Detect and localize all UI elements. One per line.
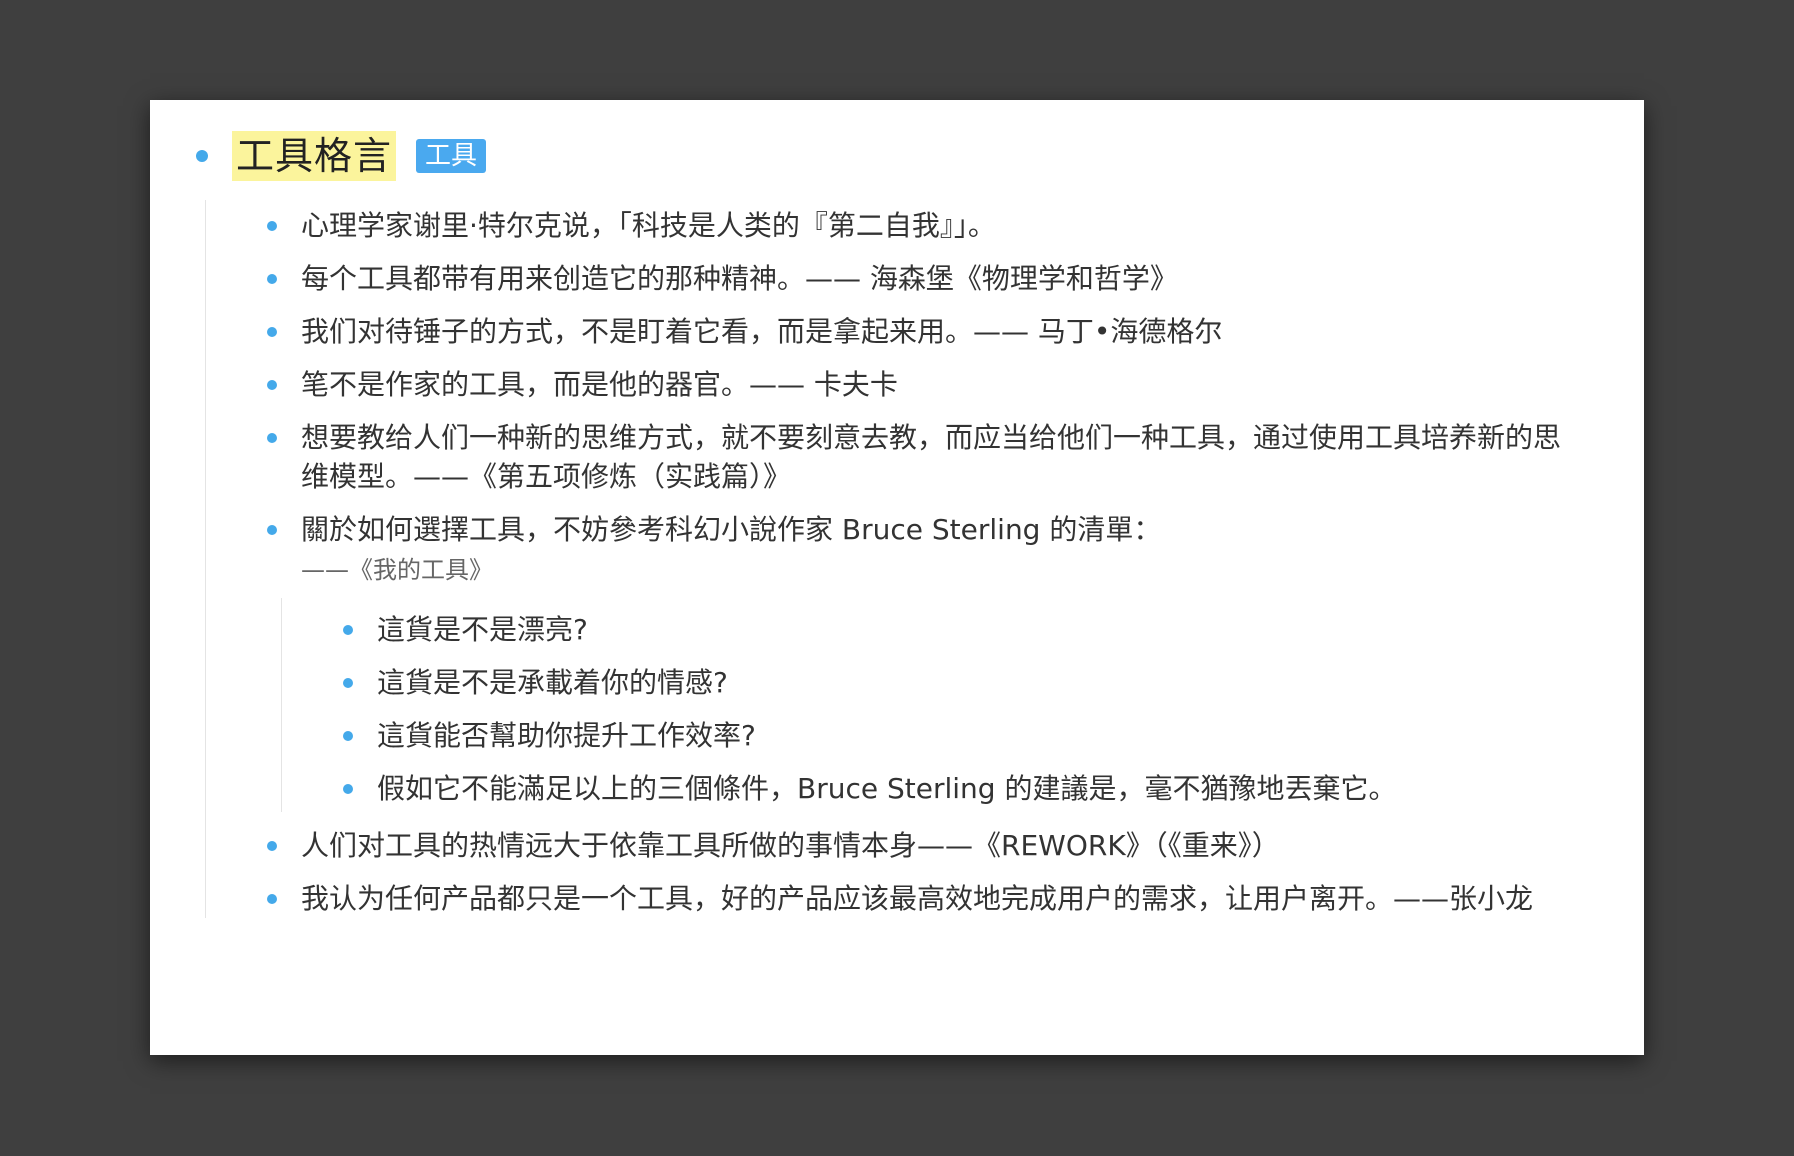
bullet-icon[interactable] [343, 625, 353, 635]
list-item-sterling[interactable]: 關於如何選擇工具，不妨參考科幻小說作家 Bruce Sterling 的清單： … [206, 510, 1584, 588]
bullet-icon[interactable] [267, 894, 277, 904]
criteria-text: 這貨能否幫助你提升工作效率? [377, 719, 756, 752]
list-item[interactable]: 每个工具都带有用来创造它的那种精神。—— 海森堡《物理学和哲学》 [206, 259, 1584, 298]
list-item[interactable]: 這貨是不是承載着你的情感? [282, 663, 1584, 702]
sterling-block: 關於如何選擇工具，不妨參考科幻小說作家 Bruce Sterling 的清單： … [301, 510, 1584, 588]
bullet-icon[interactable] [196, 150, 208, 162]
bullet-icon[interactable] [267, 380, 277, 390]
list-item[interactable]: 我认为任何产品都只是一个工具，好的产品应该最高效地完成用户的需求，让用户离开。—… [206, 879, 1584, 918]
list-item[interactable]: 人们对工具的热情远大于依靠工具所做的事情本身——《REWORK》（《重来》） [206, 826, 1584, 865]
criteria-text: 假如它不能滿足以上的三個條件，Bruce Sterling 的建議是，毫不猶豫地… [377, 772, 1397, 805]
quote-text: 每个工具都带有用来创造它的那种精神。—— 海森堡《物理学和哲学》 [301, 262, 1178, 295]
quote-text: 關於如何選擇工具，不妨參考科幻小說作家 Bruce Sterling 的清單： [301, 513, 1162, 546]
list-item[interactable]: 笔不是作家的工具，而是他的器官。—— 卡夫卡 [206, 365, 1584, 404]
nested-list-container: 這貨是不是漂亮? 這貨是不是承載着你的情感? 這貨能否幫助你提升工作效率? 假如… [206, 598, 1584, 812]
list-item[interactable]: 這貨是不是漂亮? [282, 598, 1584, 649]
quote-list: 心理学家谢里·特尔克说，「科技是人类的『第二自我』」。 每个工具都带有用来创造它… [205, 200, 1584, 918]
nested-list: 這貨是不是漂亮? 這貨是不是承載着你的情感? 這貨能否幫助你提升工作效率? 假如… [281, 598, 1584, 812]
bullet-icon[interactable] [343, 731, 353, 741]
bullet-icon[interactable] [267, 274, 277, 284]
title-row: 工具格言 工具 [196, 128, 487, 184]
list-item[interactable]: 假如它不能滿足以上的三個條件，Bruce Sterling 的建議是，毫不猶豫地… [282, 769, 1584, 812]
quote-text: 我们对待锤子的方式，不是盯着它看，而是拿起来用。—— 马丁•海德格尔 [301, 315, 1223, 348]
outline-card: 工具格言 工具 心理学家谢里·特尔克说，「科技是人类的『第二自我』」。 每个工具… [150, 100, 1644, 1055]
quote-text: 人们对工具的热情远大于依靠工具所做的事情本身——《REWORK》（《重来》） [301, 829, 1280, 862]
tag-badge[interactable]: 工具 [416, 139, 487, 173]
bullet-icon[interactable] [267, 433, 277, 443]
bullet-icon[interactable] [267, 327, 277, 337]
list-item[interactable]: 心理学家谢里·特尔克说，「科技是人类的『第二自我』」。 [206, 206, 1584, 245]
bullet-icon[interactable] [267, 841, 277, 851]
bullet-icon[interactable] [267, 221, 277, 231]
list-item[interactable]: 這貨能否幫助你提升工作效率? [282, 716, 1584, 755]
source-note: ——《我的工具》 [301, 556, 493, 584]
quote-text: 我认为任何产品都只是一个工具，好的产品应该最高效地完成用户的需求，让用户离开。—… [301, 882, 1534, 915]
criteria-text: 這貨是不是承載着你的情感? [377, 666, 728, 699]
criteria-text: 這貨是不是漂亮? [377, 613, 588, 646]
quote-text: 心理学家谢里·特尔克说，「科技是人类的『第二自我』」。 [301, 209, 996, 242]
bullet-icon[interactable] [343, 678, 353, 688]
page-title[interactable]: 工具格言 [232, 131, 397, 181]
list-item[interactable]: 我们对待锤子的方式，不是盯着它看，而是拿起来用。—— 马丁•海德格尔 [206, 312, 1584, 351]
bullet-icon[interactable] [343, 784, 353, 794]
list-item[interactable]: 想要教给人们一种新的思维方式，就不要刻意去教，而应当给他们一种工具，通过使用工具… [206, 418, 1584, 496]
bullet-icon[interactable] [267, 525, 277, 535]
quote-text: 想要教给人们一种新的思维方式，就不要刻意去教，而应当给他们一种工具，通过使用工具… [301, 421, 1562, 493]
quote-text: 笔不是作家的工具，而是他的器官。—— 卡夫卡 [301, 368, 898, 401]
